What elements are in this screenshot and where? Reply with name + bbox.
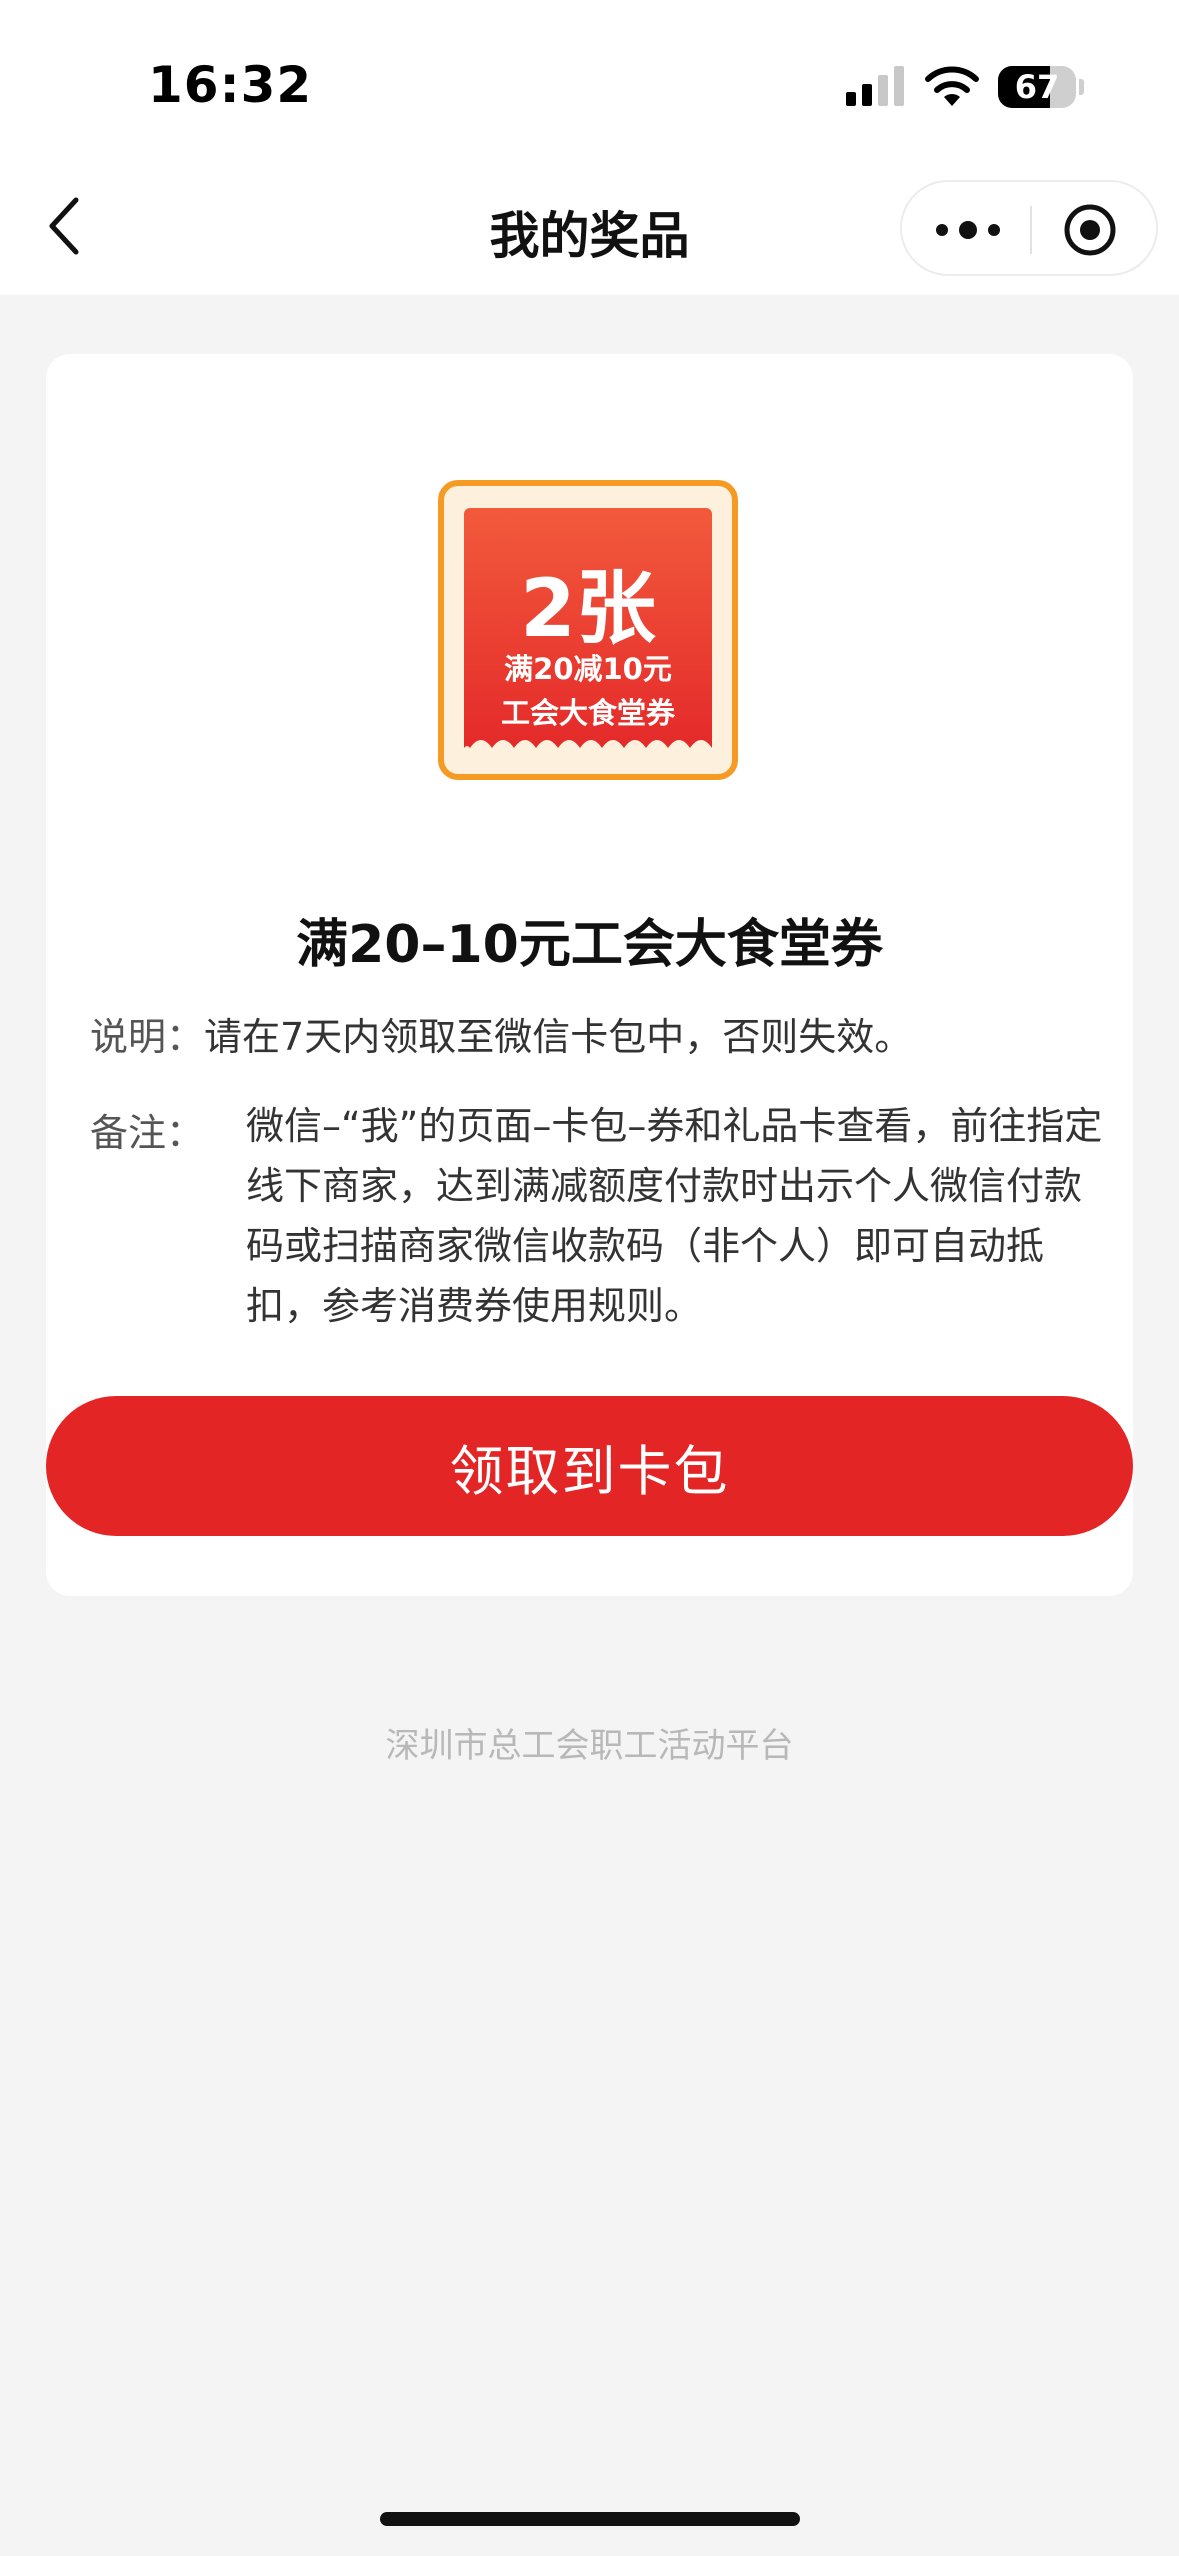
coupon-count: 2张 [520,562,656,655]
signal-icon [846,66,904,106]
app-screen: 16:32 67 我的奖品 2张 满20减10元 工会大食堂券 满20–10元工… [0,0,1179,2556]
more-dots-icon[interactable] [930,208,1006,252]
claim-to-card-wallet-button[interactable]: 领取到卡包 [46,1396,1133,1536]
status-bar: 16:32 67 [0,0,1179,170]
remark-text: 微信–“我”的页面–卡包–券和礼品卡查看，前往指定线下商家，达到满减额度付款时出… [246,1104,1103,1328]
prize-title: 满20–10元工会大食堂券 [296,915,883,975]
capsule-divider [1030,206,1032,254]
coupon-image: 2张 满20减10元 工会大食堂券 [438,480,738,780]
prize-card: 2张 满20减10元 工会大食堂券 满20–10元工会大食堂券 说明：请在7天内… [46,354,1133,1596]
target-icon[interactable] [1062,202,1118,258]
footer-platform-name: 深圳市总工会职工活动平台 [385,1726,794,1766]
nav-bar: 我的奖品 [0,170,1179,295]
status-time: 16:32 [148,56,313,114]
mini-program-capsule [900,180,1158,276]
coupon-discount-text: 满20减10元 [504,652,672,686]
description-text: 请在7天内领取至微信卡包中，否则失效。 [204,1015,913,1059]
battery-level: 67 [1014,68,1060,106]
remark-label: 备注： [90,1111,205,1155]
battery-cap [1079,79,1084,95]
wifi-icon [925,66,979,106]
description-label: 说明： [90,1015,205,1059]
home-indicator[interactable] [380,2512,800,2526]
battery-icon: 67 [998,66,1076,108]
description-row: 说明：请在7天内领取至微信卡包中，否则失效。 [90,1006,1090,1061]
coupon-name-text: 工会大食堂券 [500,696,675,730]
